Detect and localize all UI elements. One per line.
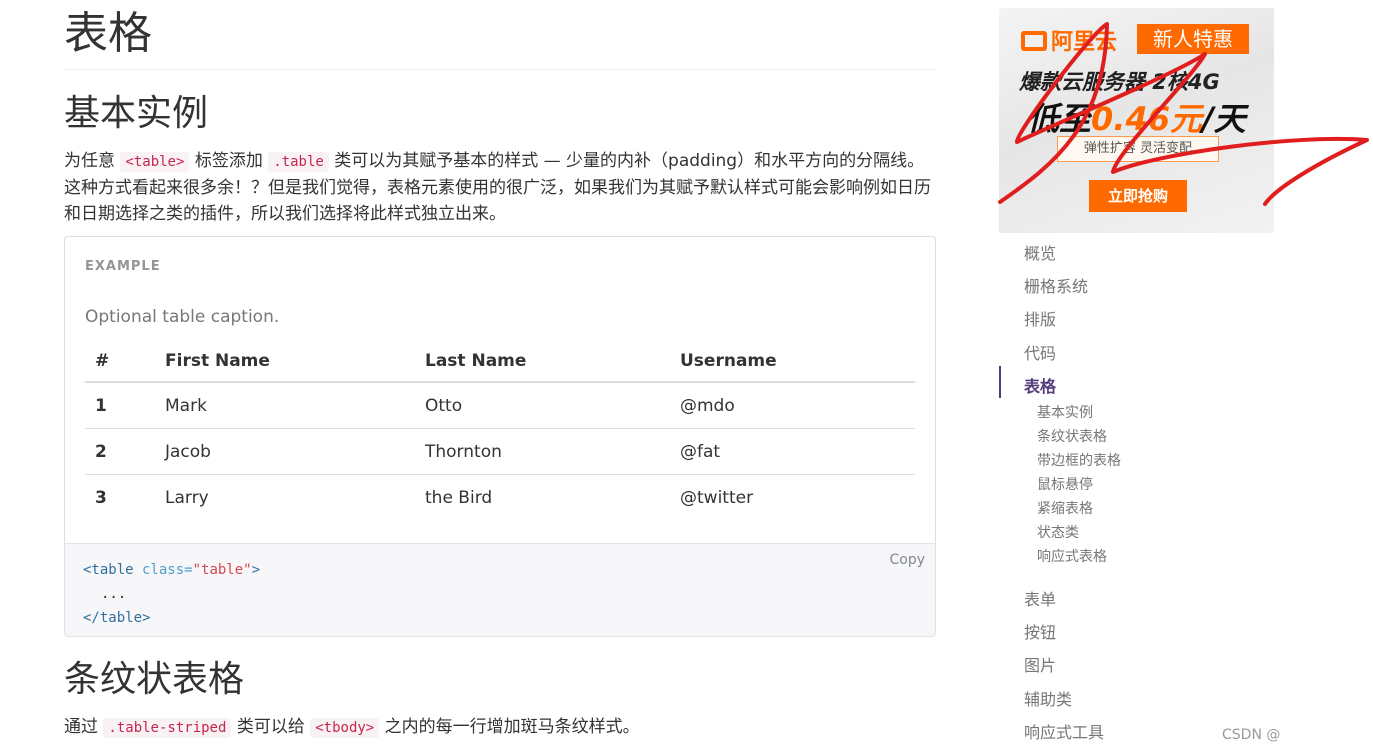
sidebar-active-indicator [999, 366, 1001, 398]
cell-username: @mdo [680, 396, 735, 416]
header-number: # [85, 339, 155, 383]
intro-text-2: 标签添加 [189, 151, 269, 171]
tbody-tag-code: <tbody> [310, 718, 380, 738]
cell-number: 3 [85, 474, 155, 520]
sidebar-subitem-striped[interactable]: 条纹状表格 [1037, 426, 1107, 446]
sidebar-subitem-basic[interactable]: 基本实例 [1037, 402, 1093, 422]
csdn-watermark: CSDN @ [1222, 727, 1281, 743]
aliyun-logo-icon [1021, 31, 1047, 51]
sidebar-item-responsive-utilities[interactable]: 响应式工具 [1024, 719, 1104, 743]
code-ellipsis: ... [101, 586, 127, 602]
ad-brand-logo: 阿里云 [1021, 24, 1117, 56]
cell-number: 1 [95, 396, 107, 416]
code-tag-open: <table [83, 562, 134, 578]
sidebar-item-grid[interactable]: 栅格系统 [1024, 273, 1088, 297]
sidebar-item-tables[interactable]: 表格 [1024, 373, 1056, 397]
intro-paragraph: 为任意 <table> 标签添加 .table 类可以为其赋予基本的样式 — 少… [64, 148, 936, 227]
ad-price: 0.46元 [1091, 100, 1202, 138]
cell-last-name: Thornton [415, 428, 670, 475]
cell-last-name: Otto [425, 396, 463, 416]
intro-text-1: 为任意 [64, 151, 121, 171]
code-block: Copy <table class="table"> ... </table> [64, 543, 936, 637]
sidebar-item-buttons[interactable]: 按钮 [1024, 619, 1056, 643]
header-username: Username [670, 339, 915, 383]
ad-badge: 新人特惠 [1137, 24, 1249, 54]
ad-price-suffix: /天 [1201, 100, 1246, 138]
table-row: 3 Larry the Bird @twitter [85, 474, 915, 520]
example-box: EXAMPLE Optional table caption. # First … [64, 236, 936, 544]
ad-brand-text: 阿里云 [1051, 30, 1118, 55]
cell-username: @fat [670, 428, 915, 475]
sidebar-item-code[interactable]: 代码 [1024, 340, 1056, 364]
sidebar-subitem-contextual[interactable]: 状态类 [1037, 522, 1079, 542]
code-lines: <table class="table"> ... </table> [83, 558, 260, 630]
striped-text-1: 通过 [64, 717, 104, 737]
ad-banner[interactable]: 阿里云 新人特惠 爆款云服务器 2核4G 低至0.46元/天 弹性扩容 灵活变配… [999, 8, 1274, 233]
table-tag-code: <table> [120, 152, 190, 172]
table-caption: Optional table caption. [85, 307, 280, 327]
cell-first-name: Larry [155, 474, 415, 520]
example-label: EXAMPLE [85, 259, 161, 274]
ad-headline: 爆款云服务器 2核4G [1019, 70, 1220, 94]
sidebar-subitem-condensed[interactable]: 紧缩表格 [1037, 498, 1093, 518]
cell-first-name: Jacob [155, 428, 415, 475]
page-title: 表格 [64, 0, 936, 70]
striped-table-heading: 条纹状表格 [64, 659, 245, 700]
cell-number: 2 [85, 428, 155, 475]
sidebar-subitem-hover[interactable]: 鼠标悬停 [1037, 474, 1093, 494]
sidebar-item-images[interactable]: 图片 [1024, 652, 1056, 676]
header-last-name: Last Name [415, 339, 670, 383]
sidebar-subitem-responsive[interactable]: 响应式表格 [1037, 546, 1107, 566]
sidebar-item-overview[interactable]: 概览 [1024, 240, 1056, 264]
cell-first-name: Mark [165, 396, 207, 416]
sidebar-item-forms[interactable]: 表单 [1024, 586, 1056, 610]
cell-username: @twitter [670, 474, 915, 520]
header-first-name: First Name [155, 339, 415, 383]
main-content: 表格 基本实例 为任意 <table> 标签添加 .table 类可以为其赋予基… [64, 0, 936, 738]
striped-text-2: 类可以给 [231, 717, 311, 737]
ad-tagline: 弹性扩容 灵活变配 [1057, 136, 1219, 162]
sidebar-subitem-bordered[interactable]: 带边框的表格 [1037, 450, 1121, 470]
sidebar-item-typography[interactable]: 排版 [1024, 306, 1056, 330]
striped-text-3: 之内的每一行增加斑马条纹样式。 [379, 717, 640, 737]
table-row: 1 Mark Otto @mdo [85, 382, 915, 429]
code-tag-close: > [251, 562, 261, 578]
ad-buy-button[interactable]: 立即抢购 [1089, 180, 1187, 212]
sidebar-item-helpers[interactable]: 辅助类 [1024, 686, 1072, 710]
cell-last-name: the Bird [415, 474, 670, 520]
code-end-tag: </table> [83, 610, 151, 626]
basic-example-heading: 基本实例 [64, 93, 209, 134]
code-attr-name: class= [133, 562, 193, 578]
ad-price-prefix: 低至 [1027, 100, 1092, 138]
table-row: 2 Jacob Thornton @fat [85, 428, 915, 475]
code-attr-value: "table" [192, 562, 252, 578]
table-class-code: .table [268, 152, 329, 172]
striped-description: 通过 .table-striped 类可以给 <tbody> 之内的每一行增加斑… [64, 714, 640, 741]
striped-class-code: .table-striped [103, 718, 232, 738]
copy-button[interactable]: Copy [889, 552, 925, 568]
table-header-row: # First Name Last Name Username [85, 339, 915, 383]
example-table: # First Name Last Name Username 1 Mark O… [85, 339, 915, 520]
ad-price-line: 低至0.46元/天 [1027, 94, 1246, 140]
